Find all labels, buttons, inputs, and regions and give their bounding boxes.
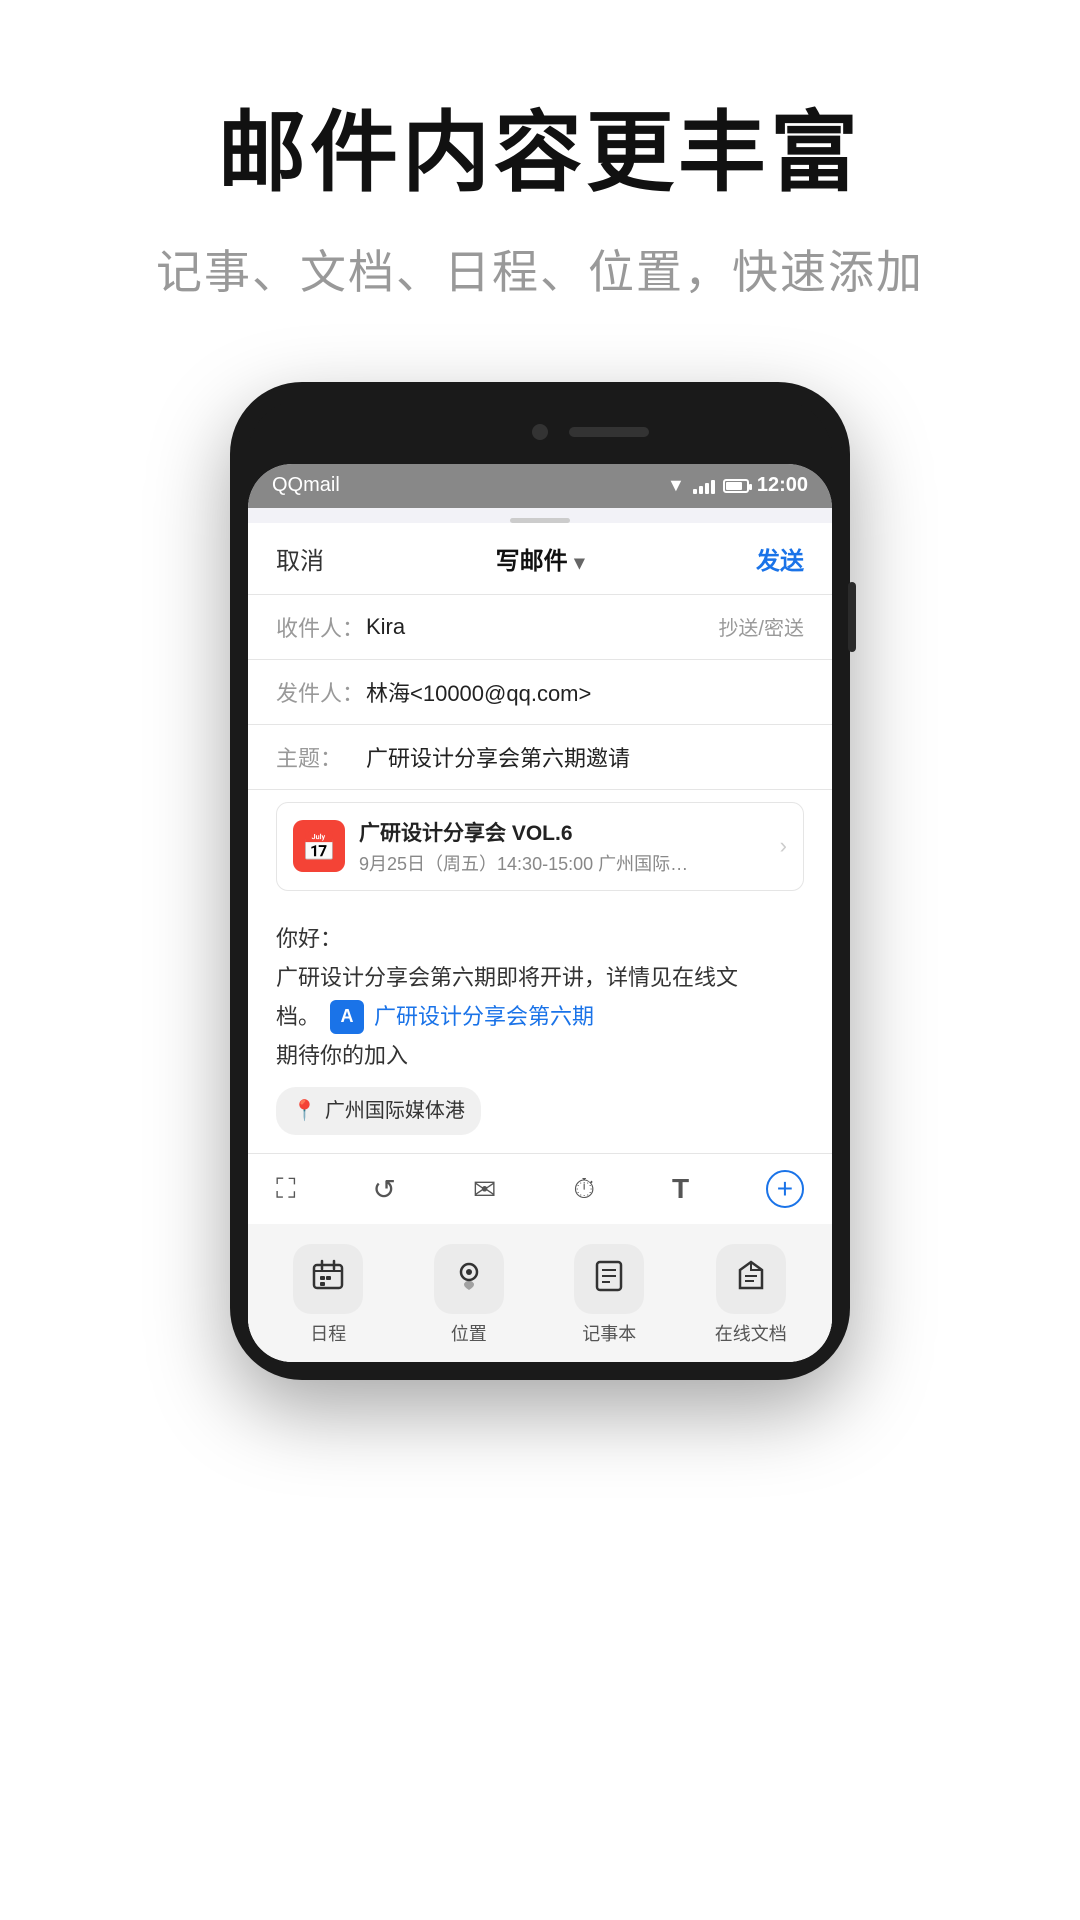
action-doc[interactable]: 在线文档	[715, 1244, 787, 1346]
email-compose: 取消 写邮件 ▾ 发送 收件人： Kira 抄送/密送 发件人： 林海<1	[248, 523, 832, 1363]
location-action-label: 位置	[451, 1320, 487, 1346]
calendar-action-icon-wrap	[293, 1244, 363, 1314]
doc-action-icon	[734, 1258, 768, 1300]
doc-action-icon-wrap	[716, 1244, 786, 1314]
calendar-detail: 9月25日（周五）14:30-15:00 广州国际…	[359, 850, 780, 876]
location-chip[interactable]: 📍 广州国际媒体港	[276, 1087, 481, 1135]
note-action-icon	[592, 1258, 626, 1300]
phone-outer: QQmail ▼ 12:00	[230, 382, 850, 1381]
to-value[interactable]: Kira	[366, 614, 718, 640]
phone-notch	[248, 400, 832, 464]
phone-mockup: QQmail ▼ 12:00	[0, 382, 1080, 1381]
doc-link-row: 档。 A 广研设计分享会第六期	[276, 999, 804, 1034]
wifi-icon: ▼	[667, 475, 685, 496]
doc-icon: A	[330, 1000, 364, 1034]
to-label: 收件人：	[276, 611, 366, 643]
add-button[interactable]: +	[766, 1170, 804, 1208]
subject-value[interactable]: 广研设计分享会第六期邀请	[366, 741, 804, 773]
compose-title: 写邮件 ▾	[496, 541, 585, 576]
clock-icon[interactable]: ⏱	[573, 1173, 595, 1206]
note-action-icon-wrap	[574, 1244, 644, 1314]
body-line2: 广研设计分享会第六期即将开讲，详情见在线文	[276, 960, 804, 995]
send-button[interactable]: 发送	[756, 541, 804, 576]
battery-icon	[723, 479, 749, 493]
location-action-icon-wrap	[434, 1244, 504, 1314]
doc-action-label: 在线文档	[715, 1320, 787, 1346]
signal-icon	[693, 478, 715, 494]
action-bar: 日程 位置	[248, 1224, 832, 1362]
location-text: 广州国际媒体港	[325, 1095, 465, 1127]
body-closing: 期待你的加入	[276, 1038, 804, 1073]
calendar-attachment[interactable]: 📅 广研设计分享会 VOL.6 9月25日（周五）14:30-15:00 广州国…	[276, 802, 804, 891]
body-greeting: 你好：	[276, 921, 804, 956]
image-icon[interactable]: ⛶	[276, 1173, 296, 1206]
doc-link-text[interactable]: 广研设计分享会第六期	[374, 999, 594, 1034]
chevron-right-icon: ›	[780, 833, 787, 859]
mail-icon[interactable]: ✉	[473, 1173, 496, 1206]
email-body[interactable]: 你好： 广研设计分享会第六期即将开讲，详情见在线文 档。 A 广研设计分享会第六…	[248, 903, 832, 1154]
camera-dot	[532, 424, 548, 440]
calendar-title: 广研设计分享会 VOL.6	[359, 817, 780, 847]
body-line3-prefix: 档。	[276, 999, 320, 1034]
subject-field: 主题： 广研设计分享会第六期邀请	[248, 725, 832, 790]
action-note[interactable]: 记事本	[574, 1244, 644, 1346]
action-location[interactable]: 位置	[434, 1244, 504, 1346]
location-action-icon	[452, 1258, 486, 1300]
status-right-icons: ▼ 12:00	[667, 474, 808, 497]
side-button	[848, 582, 856, 652]
cc-label[interactable]: 抄送/密送	[718, 612, 804, 641]
bottom-toolbar: ⛶ ↺ ✉ ⏱ T +	[248, 1153, 832, 1224]
from-field: 发件人： 林海<10000@qq.com>	[248, 660, 832, 725]
status-bar: QQmail ▼ 12:00	[248, 464, 832, 508]
subject-label: 主题：	[276, 741, 366, 773]
speaker-grille	[569, 427, 649, 437]
compose-toolbar: 取消 写邮件 ▾ 发送	[248, 523, 832, 595]
page-title: 邮件内容更丰富	[0, 100, 1080, 206]
status-time: 12:00	[757, 474, 808, 497]
from-label: 发件人：	[276, 676, 366, 708]
calendar-info: 广研设计分享会 VOL.6 9月25日（周五）14:30-15:00 广州国际…	[359, 817, 780, 876]
location-pin-icon: 📍	[292, 1095, 317, 1127]
note-action-label: 记事本	[582, 1320, 636, 1346]
from-value[interactable]: 林海<10000@qq.com>	[366, 676, 804, 708]
status-app-name: QQmail	[272, 474, 340, 497]
attach-icon[interactable]: ↺	[373, 1173, 396, 1206]
calendar-icon: 📅	[293, 820, 345, 872]
calendar-action-icon	[311, 1258, 345, 1300]
page-subtitle: 记事、文档、日程、位置，快速添加	[0, 236, 1080, 302]
page-header: 邮件内容更丰富 记事、文档、日程、位置，快速添加	[0, 0, 1080, 362]
phone-screen: QQmail ▼ 12:00	[248, 464, 832, 1363]
cancel-button[interactable]: 取消	[276, 541, 324, 576]
action-calendar[interactable]: 日程	[293, 1244, 363, 1346]
calendar-action-label: 日程	[310, 1320, 346, 1346]
to-field: 收件人： Kira 抄送/密送	[248, 595, 832, 660]
text-format-icon[interactable]: T	[672, 1173, 689, 1205]
